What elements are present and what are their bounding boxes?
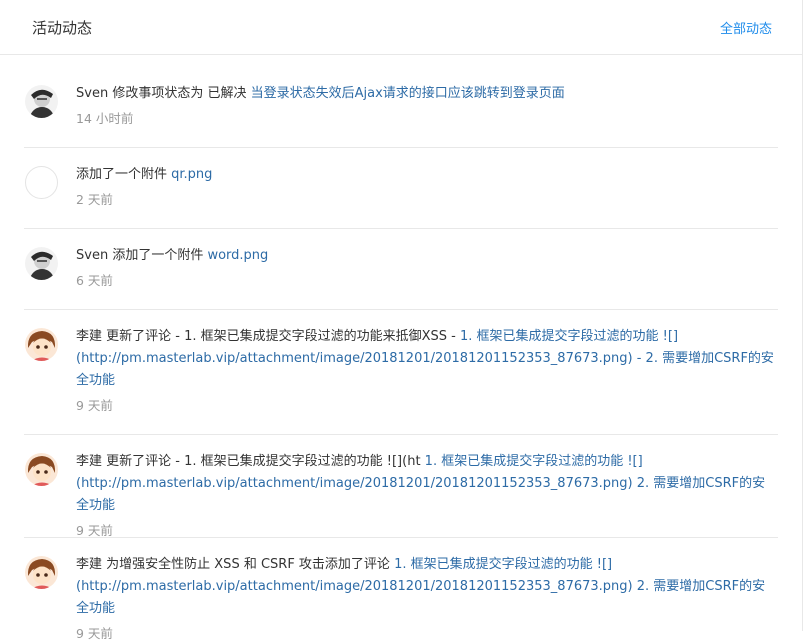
activity-text: 添加了一个附件 qr.png: [76, 164, 778, 186]
user-avatar[interactable]: [25, 166, 58, 199]
activity-item: 李建 更新了评论 - 1. 框架已集成提交字段过滤的功能 ![](ht 1. 框…: [24, 435, 778, 538]
activity-item: 李建 更新了评论 - 1. 框架已集成提交字段过滤的功能来抵御XSS - 1. …: [24, 310, 778, 435]
activity-text: 李建 为增强安全性防止 XSS 和 CSRF 攻击添加了评论 1. 框架已集成提…: [76, 554, 778, 620]
avatar-lijian-icon: [25, 328, 58, 361]
activity-text: 李建 更新了评论 - 1. 框架已集成提交字段过滤的功能 ![](ht 1. 框…: [76, 451, 778, 517]
user-avatar[interactable]: [25, 453, 58, 486]
activity-text: Sven 修改事项状态为 已解决 当登录状态失效后Ajax请求的接口应该跳转到登…: [76, 83, 778, 105]
user-avatar[interactable]: [25, 556, 58, 589]
avatar-lijian-icon: [25, 453, 58, 486]
activity-time: 2 天前: [76, 192, 113, 207]
activity-item: 添加了一个附件 qr.png 2 天前: [24, 148, 778, 229]
activity-action: 更新了评论 - 1. 框架已集成提交字段过滤的功能 ![](ht: [102, 454, 425, 469]
activity-actor[interactable]: 李建: [76, 454, 102, 469]
panel-title: 活动动态: [32, 18, 93, 37]
activity-actor[interactable]: 李建: [76, 329, 102, 344]
activity-time: 9 天前: [76, 398, 113, 413]
activity-item: Sven 添加了一个附件 word.png 6 天前: [24, 229, 778, 310]
activity-actor[interactable]: 李建: [76, 557, 102, 572]
activity-list: Sven 修改事项状态为 已解决 当登录状态失效后Ajax请求的接口应该跳转到登…: [0, 55, 802, 641]
activity-item: Sven 修改事项状态为 已解决 当登录状态失效后Ajax请求的接口应该跳转到登…: [24, 55, 778, 148]
activity-target-link[interactable]: 当登录状态失效后Ajax请求的接口应该跳转到登录页面: [251, 86, 565, 101]
avatar-sven-icon: [25, 247, 58, 280]
activity-action: 添加了一个附件: [76, 167, 172, 182]
activity-actor[interactable]: Sven: [76, 248, 108, 263]
activity-text: 李建 更新了评论 - 1. 框架已集成提交字段过滤的功能来抵御XSS - 1. …: [76, 326, 778, 392]
activity-action: 更新了评论 - 1. 框架已集成提交字段过滤的功能来抵御XSS -: [102, 329, 461, 344]
user-avatar[interactable]: [25, 328, 58, 361]
user-avatar[interactable]: [25, 247, 58, 280]
avatar-sven-icon: [25, 85, 58, 118]
activity-text: Sven 添加了一个附件 word.png: [76, 245, 778, 267]
activity-time: 9 天前: [76, 626, 113, 641]
avatar-lijian-icon: [25, 556, 58, 589]
activity-action: 修改事项状态为 已解决: [108, 86, 251, 101]
panel-header: 活动动态 全部动态: [0, 0, 802, 55]
activity-action: 为增强安全性防止 XSS 和 CSRF 攻击添加了评论: [102, 557, 395, 572]
activity-time: 14 小时前: [76, 111, 134, 126]
activity-action: 添加了一个附件: [108, 248, 208, 263]
activity-item: 李建 为增强安全性防止 XSS 和 CSRF 攻击添加了评论 1. 框架已集成提…: [24, 538, 778, 641]
activity-actor[interactable]: Sven: [76, 86, 108, 101]
activity-target-link[interactable]: word.png: [207, 248, 268, 263]
user-avatar[interactable]: [25, 85, 58, 118]
activity-time: 6 天前: [76, 273, 113, 288]
all-activity-link[interactable]: 全部动态: [720, 18, 772, 37]
activity-panel: 活动动态 全部动态 Sven 修改事项状态为 已解决 当登录状态失效后Ajax请…: [0, 0, 803, 641]
activity-target-link[interactable]: qr.png: [171, 167, 212, 182]
